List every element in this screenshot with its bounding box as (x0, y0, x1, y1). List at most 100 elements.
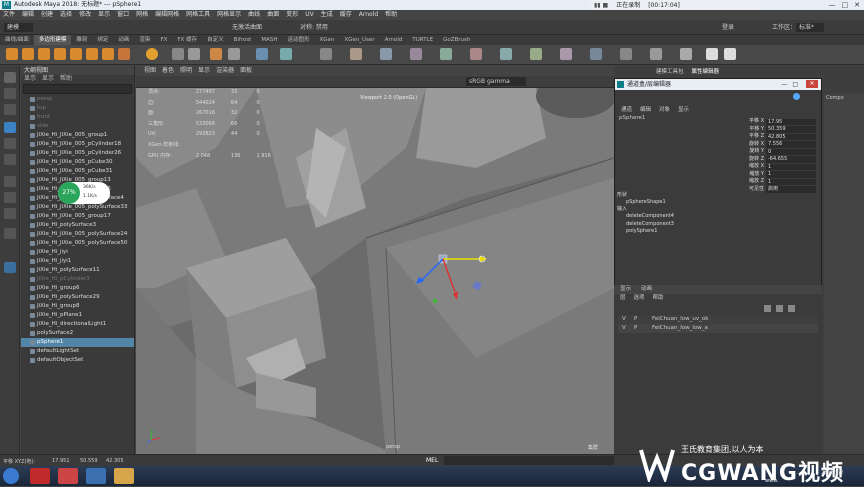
menu-6[interactable]: 窗口 (117, 10, 129, 20)
maya-app-icon[interactable] (58, 468, 78, 484)
shelf-tab[interactable]: XGen_User (339, 35, 379, 45)
menu-show[interactable]: 显示 (678, 106, 689, 114)
channel-label[interactable]: 缩放 Z (744, 178, 764, 186)
render-view-icon[interactable] (724, 48, 736, 60)
mode-select[interactable]: 建模 (4, 23, 34, 32)
menu-14[interactable]: UV (305, 10, 314, 20)
channel-label[interactable]: 平移 X (744, 118, 764, 126)
shelf-tab[interactable]: Bifrost (229, 35, 257, 45)
shelf-tab[interactable]: XGen (315, 35, 340, 45)
z-axis-arrow[interactable] (416, 277, 424, 284)
shape-name[interactable]: pSphereShape1 (626, 199, 666, 207)
layout-four-icon[interactable] (4, 192, 16, 203)
tab-display-layers[interactable]: 显示 (620, 285, 631, 294)
menu-8[interactable]: 编辑网格 (155, 10, 179, 20)
menu-7[interactable]: 网格 (136, 10, 148, 20)
outliner-item[interactable]: side (21, 122, 134, 131)
outliner-item[interactable]: JiXie_Hi_pCylinder3 (21, 275, 134, 284)
outliner-item[interactable]: persp (21, 95, 134, 104)
channel-value-field[interactable]: 1 (766, 163, 816, 170)
smooth-icon[interactable] (228, 48, 240, 60)
fill-hole-icon[interactable] (410, 48, 422, 60)
shelf-tab[interactable]: 雕刻 (71, 35, 92, 45)
outliner-menu-item[interactable]: 显示 (24, 75, 36, 83)
menu-13[interactable]: 变形 (286, 10, 298, 20)
menu-18[interactable]: 帮助 (385, 10, 397, 20)
menu-17[interactable]: Arnold (359, 10, 378, 20)
shelf-tab[interactable]: 运动图形 (282, 35, 314, 45)
channel-value-field[interactable]: 17.95 (766, 118, 816, 125)
explorer-app-icon[interactable] (114, 468, 134, 484)
render-icon[interactable] (706, 48, 718, 60)
torus-icon[interactable] (70, 48, 82, 60)
layer-row[interactable]: V P FeiChuan_low_low_a (618, 324, 818, 333)
disc-icon[interactable] (102, 48, 114, 60)
channel-value-field[interactable]: 1 (766, 178, 816, 185)
channel-label[interactable]: 平移 Z (744, 133, 764, 141)
outliner-item[interactable]: JiXie_Hi_JiXie_005_pCylinder18 (21, 140, 134, 149)
outliner-item[interactable]: JiXie_Hi_jiyi1 (21, 257, 134, 266)
viewport-menu-item[interactable]: 视图 (144, 66, 156, 76)
outliner-item[interactable]: JiXie_Hi_jiyi (21, 248, 134, 257)
workspace-select[interactable]: 标准* (796, 23, 825, 32)
menu-edit[interactable]: 编辑 (640, 106, 651, 114)
wrap-icon[interactable] (680, 48, 692, 60)
outliner-item[interactable]: defaultLightSet (21, 347, 134, 356)
layer-playback-toggle[interactable]: P (634, 315, 637, 324)
outliner-item[interactable]: JiXie_Hi_JiXie_005_polySurface50 (21, 239, 134, 248)
menu-15[interactable]: 生成 (321, 10, 333, 20)
svg-icon[interactable] (146, 48, 158, 60)
merge-icon[interactable] (380, 48, 392, 60)
viewport-menu-item[interactable]: 显示 (198, 66, 210, 76)
shelf-tab[interactable]: 多边形建模 (33, 35, 72, 45)
layer-menu-item[interactable]: 选项 (634, 294, 645, 303)
layout-side-icon[interactable] (4, 208, 16, 219)
channel-value-field[interactable]: 1 (766, 171, 816, 178)
menu-11[interactable]: 曲线 (248, 10, 260, 20)
outliner-item[interactable]: JiXie_Hi_directionalLight1 (21, 320, 134, 329)
help-icon[interactable] (793, 93, 800, 100)
maximize-button[interactable]: □ (842, 0, 849, 10)
menu-object[interactable]: 对象 (659, 106, 670, 114)
select-tool-icon[interactable] (4, 72, 16, 83)
lasso-tool-icon[interactable] (4, 88, 16, 99)
menu-2[interactable]: 创建 (41, 10, 53, 20)
outliner-item[interactable]: top (21, 104, 134, 113)
layer-playback-toggle[interactable]: P (634, 324, 637, 333)
layer-menu-item[interactable]: 层 (620, 294, 626, 303)
outliner-item[interactable]: pSphere1 (21, 338, 134, 347)
channel-label[interactable]: 缩放 Y (744, 171, 764, 179)
channel-label[interactable]: 平移 Y (744, 126, 764, 134)
close-button[interactable]: ✕ (854, 0, 860, 10)
channel-value-field[interactable]: -64.655 (766, 156, 816, 163)
outliner-item[interactable]: JiXie_Hi_JiXie_005_pCube30 (21, 158, 134, 167)
shelf-tab[interactable]: Arnold (380, 35, 408, 45)
window-buttons[interactable]: —□ (781, 79, 803, 90)
layer-menu-item[interactable]: 帮助 (653, 294, 664, 303)
shelf-tab[interactable]: FX 缓存 (172, 35, 202, 45)
viewport-menu-item[interactable]: 面板 (240, 66, 252, 76)
uv-editor-icon[interactable] (500, 48, 512, 60)
channel-label[interactable]: 缩放 X (744, 163, 764, 171)
x-axis-arrow[interactable] (480, 256, 487, 262)
shelf-tab[interactable]: 曲线/曲面 (0, 35, 34, 45)
start-icon[interactable] (3, 468, 19, 484)
menu-1[interactable]: 编辑 (22, 10, 34, 20)
shelf-tab[interactable]: GoZBrush (438, 35, 475, 45)
menu-channels[interactable]: 通道 (621, 106, 632, 114)
menu-4[interactable]: 修改 (79, 10, 91, 20)
recorder-app-icon[interactable] (30, 468, 50, 484)
outliner-menu-item[interactable]: 显示 (42, 75, 54, 83)
tab-attribute-editor[interactable]: 属性编辑器 (692, 67, 720, 75)
outliner-item[interactable]: JiXie_Hi_polySurface29 (21, 293, 134, 302)
channel-value-field[interactable]: 42.805 (766, 133, 816, 140)
bridge-icon[interactable] (280, 48, 292, 60)
viewport-menu-item[interactable]: 渲染器 (216, 66, 234, 76)
target-weld-icon[interactable] (470, 48, 482, 60)
tab-modeling-toolkit[interactable]: 建模工具包 (656, 67, 684, 75)
channel-value-field[interactable]: 0 (766, 148, 816, 155)
shelf-tab[interactable]: FX (155, 35, 172, 45)
outliner-item[interactable]: JiXie_Hi_JiXie_005_polySurface24 (21, 230, 134, 239)
channel-value-field[interactable]: 启用 (766, 186, 816, 193)
colorspace-select[interactable]: sRGB gamma (466, 77, 526, 86)
